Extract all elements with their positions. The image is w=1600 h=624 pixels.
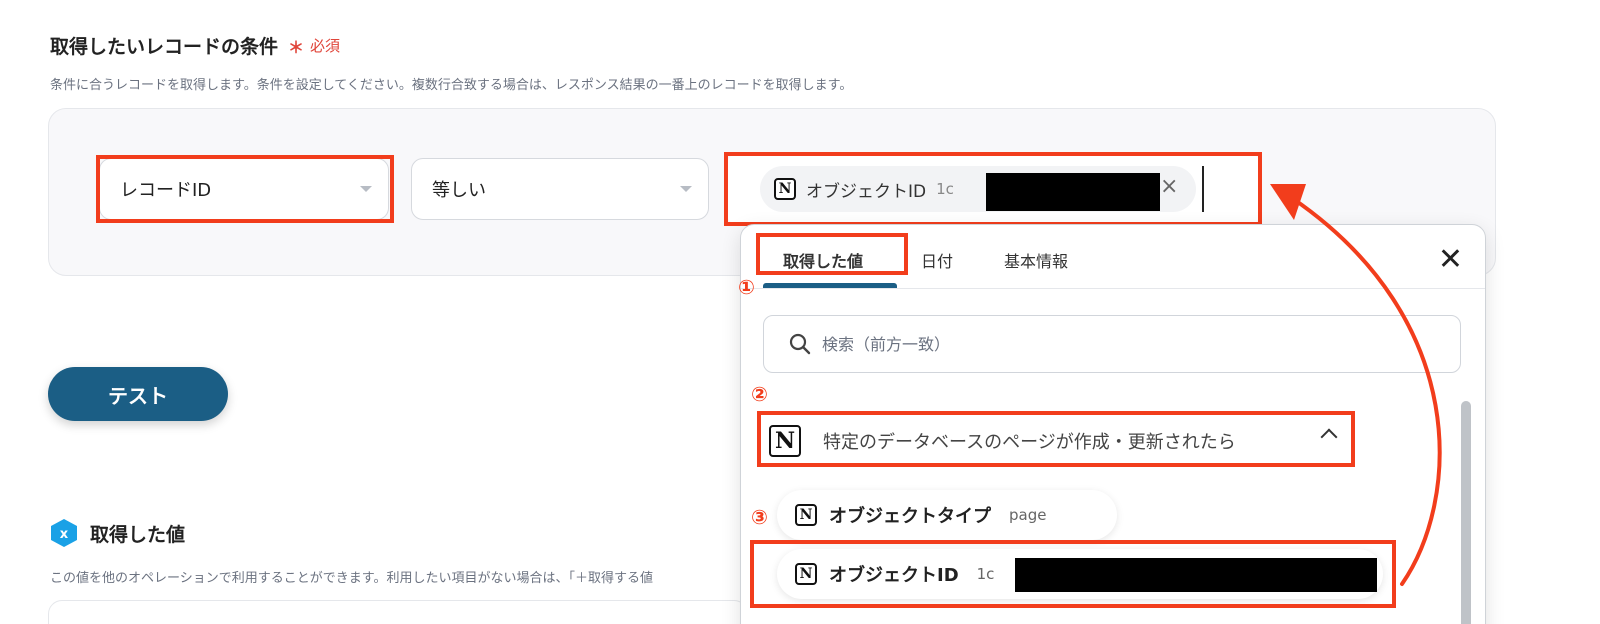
acquired-values-panel [48,600,748,624]
operator-select-value: 等しい [432,180,486,201]
acquired-values-title-text: 取得した値 [90,523,186,546]
tab-date[interactable]: 日付 [921,248,953,272]
hexagon-x-icon: x [51,519,77,547]
step-3-marker: ③ [751,505,768,529]
annotation-arrow [1270,184,1442,586]
section-title-text: 取得したいレコードの条件 [50,36,279,58]
tab-basic-info[interactable]: 基本情報 [1004,248,1068,272]
required-star-icon: ＊ [288,37,305,57]
step-2-marker: ② [751,382,768,406]
test-button[interactable]: テスト [48,367,228,421]
list-item-label: オブジェクトタイプ [829,506,991,527]
list-item-object-type[interactable]: N オブジェクトタイプ page [777,490,1117,540]
annotation-box-field [96,155,394,223]
section-title: 取得したいレコードの条件 ＊ 必須 [50,32,340,59]
operator-select[interactable]: 等しい [411,158,709,220]
annotation-box-tab [756,233,908,275]
search-icon [789,333,811,355]
acquired-values-description: この値を他のオペレーションで利用することができます。利用したい項目がない場合は、… [50,571,653,586]
caret-down-icon [680,186,692,192]
acquired-values-title: x 取得した値 [50,518,185,548]
svg-text:x: x [60,527,69,542]
notion-icon: N [795,504,817,526]
list-item-value: page [1009,506,1047,524]
section-description: 条件に合うレコードを取得します。条件を設定してください。複数行合致する場合は、レ… [50,78,853,93]
scrollbar-track[interactable] [1461,401,1471,624]
scrollbar-thumb[interactable] [1461,401,1471,624]
annotation-box-value [724,152,1262,226]
step-1-marker: ① [738,275,755,299]
required-label: 必須 [310,37,341,55]
